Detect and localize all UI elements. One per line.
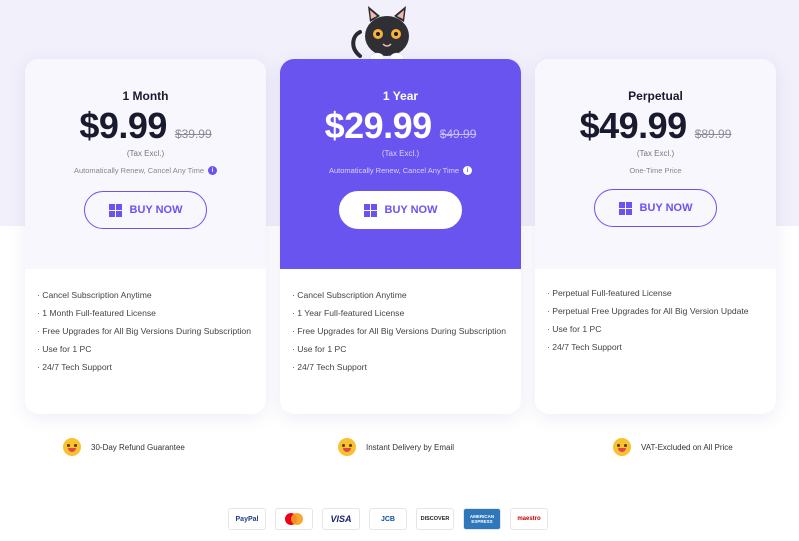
feature-item: · Free Upgrades for All Big Versions Dur… [292,326,506,336]
one-time-note: One-Time Price [535,166,776,175]
plan-old-price: $39.99 [174,127,212,141]
guarantee-refund: 30-Day Refund Guarantee [63,438,185,456]
plan-name: Perpetual [628,89,683,103]
renew-note: Automatically Renew, Cancel Any Time i [25,166,266,175]
plan-name: 1 Month [122,89,169,103]
buy-label: BUY NOW [639,202,693,214]
feature-item: · Cancel Subscription Anytime [292,290,407,300]
plan-name: 1 Year [382,89,419,103]
plan-old-price: $89.99 [694,127,732,141]
windows-icon [108,203,122,217]
cat-mascot-icon [351,6,409,64]
emoji-face-icon [613,438,631,456]
plan-card-1-month: 1 Month $9.99 $39.99 (Tax Excl.) Automat… [25,59,266,414]
emoji-face-icon [63,438,81,456]
tax-note: (Tax Excl.) [126,149,165,158]
amex-logo: AMERICAN EXPRESS [463,508,501,530]
feature-item: · Perpetual Full-featured License [547,288,672,298]
renew-text: Automatically Renew, Cancel Any Time [328,166,460,175]
price-row: $49.99 $89.99 [535,105,776,147]
plan-price: $49.99 [579,105,688,146]
guarantee-text: 30-Day Refund Guarantee [91,442,185,452]
feature-list: · Cancel Subscription Anytime · 1 Year F… [292,289,509,379]
maestro-logo: maestro [510,508,548,530]
payment-methods: PayPal VISA JCB DISCOVER AMERICAN EXPRES… [228,508,548,530]
plan-price: $9.99 [79,105,167,146]
guarantee-text: VAT-Excluded on All Price [641,442,733,452]
mastercard-logo [275,508,313,530]
feature-item: · Use for 1 PC [547,324,602,334]
buy-now-button[interactable]: BUY NOW [84,191,207,229]
plan-header: Perpetual $49.99 $89.99 (Tax Excl.) One-… [535,59,776,269]
windows-icon [618,201,632,215]
mastercard-icon [285,513,303,525]
feature-item: · 24/7 Tech Support [37,362,112,372]
plan-card-perpetual: Perpetual $49.99 $89.99 (Tax Excl.) One-… [535,59,776,414]
tax-note: (Tax Excl.) [636,149,675,158]
guarantee-delivery: Instant Delivery by Email [338,438,454,456]
feature-list: · Perpetual Full-featured License · Perp… [547,287,764,359]
plan-price: $29.99 [324,105,433,146]
feature-list: · Cancel Subscription Anytime · 1 Month … [37,289,254,379]
feature-item: · 24/7 Tech Support [292,362,367,372]
jcb-logo: JCB [369,508,407,530]
plan-header: 1 Year $29.99 $49.99 (Tax Excl.) Automat… [280,59,521,269]
buy-now-button[interactable]: BUY NOW [339,191,462,229]
discover-logo: DISCOVER [416,508,454,530]
info-icon[interactable]: i [463,166,473,175]
plan-old-price: $49.99 [439,127,477,141]
paypal-logo: PayPal [228,508,266,530]
plan-header: 1 Month $9.99 $39.99 (Tax Excl.) Automat… [25,59,266,269]
one-time-text: One-Time Price [629,166,682,175]
buy-now-button[interactable]: BUY NOW [594,189,717,227]
renew-text: Automatically Renew, Cancel Any Time [73,166,205,175]
tax-note: (Tax Excl.) [381,149,420,158]
feature-item: · 1 Month Full-featured License [37,308,156,318]
guarantee-vat: VAT-Excluded on All Price [613,438,733,456]
visa-logo: VISA [322,508,360,530]
feature-item: · Free Upgrades for All Big Versions Dur… [37,326,251,336]
renew-note: Automatically Renew, Cancel Any Time i [280,166,521,175]
price-row: $9.99 $39.99 [25,105,266,147]
feature-item: · Use for 1 PC [292,344,347,354]
windows-icon [363,203,377,217]
plan-card-1-year: 1 Year $29.99 $49.99 (Tax Excl.) Automat… [280,59,521,414]
buy-label: BUY NOW [384,204,438,216]
price-row: $29.99 $49.99 [280,105,521,147]
info-icon[interactable]: i [208,166,218,175]
emoji-face-icon [338,438,356,456]
feature-item: · Perpetual Free Upgrades for All Big Ve… [547,306,749,316]
guarantee-text: Instant Delivery by Email [366,442,455,452]
feature-item: · 1 Year Full-featured License [292,308,405,318]
buy-label: BUY NOW [129,204,183,216]
feature-item: · Use for 1 PC [37,344,92,354]
feature-item: · 24/7 Tech Support [547,342,622,352]
feature-item: · Cancel Subscription Anytime [37,290,152,300]
